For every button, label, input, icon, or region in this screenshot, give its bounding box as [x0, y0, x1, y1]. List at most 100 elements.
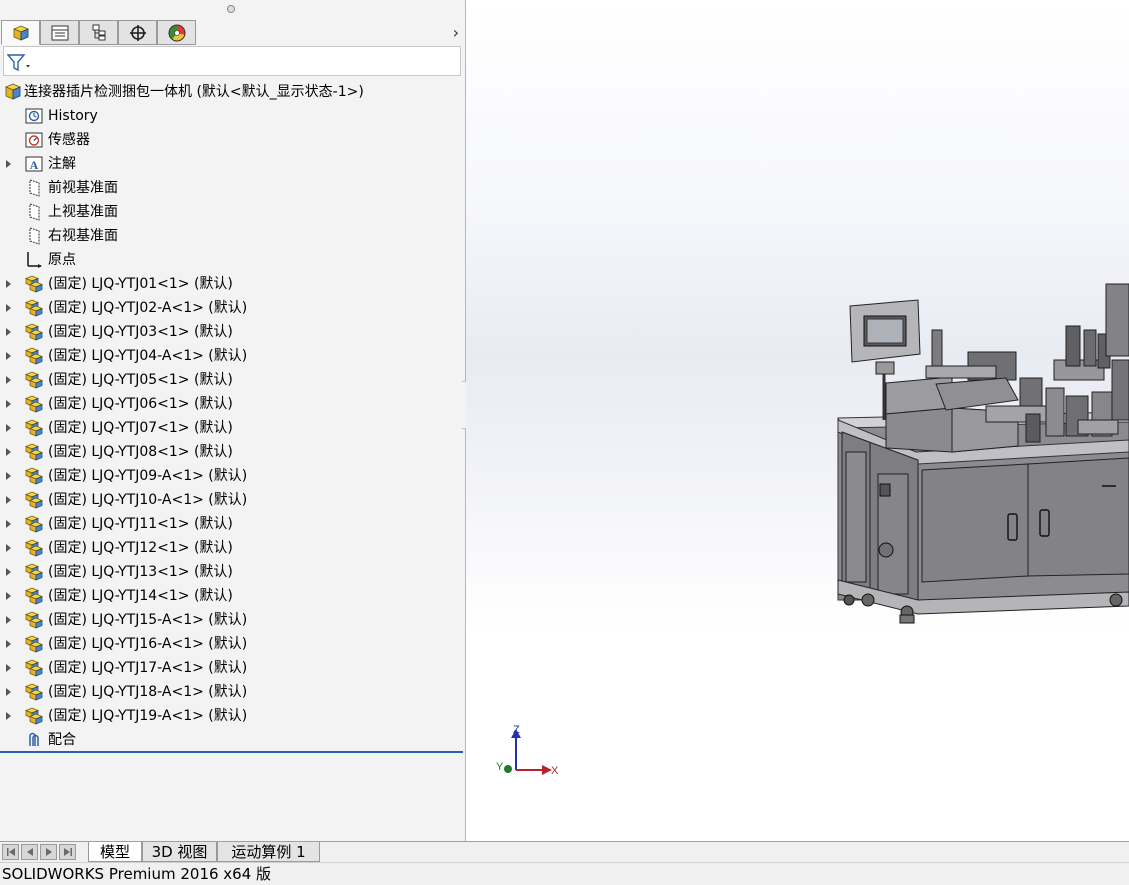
subassembly-icon — [25, 443, 43, 461]
tree-item-component[interactable]: (固定) LJQ-YTJ19-A<1> (默认) — [0, 704, 463, 728]
expand-caret-icon[interactable] — [6, 568, 11, 576]
tree-item-component[interactable]: (固定) LJQ-YTJ16-A<1> (默认) — [0, 632, 463, 656]
expand-caret-icon[interactable] — [6, 544, 11, 552]
component-label: (固定) LJQ-YTJ12<1> (默认) — [48, 540, 233, 556]
expand-caret-icon[interactable] — [6, 592, 11, 600]
tree-filter-bar[interactable] — [3, 46, 461, 76]
tree-item-history[interactable]: History — [0, 104, 463, 128]
tab-model[interactable]: 模型 — [88, 842, 142, 862]
tree-item-component[interactable]: (固定) LJQ-YTJ03<1> (默认) — [0, 320, 463, 344]
part-cube-icon — [12, 25, 29, 41]
last-tab-button[interactable] — [59, 844, 76, 860]
svg-text:A: A — [30, 158, 39, 172]
expand-caret-icon[interactable] — [6, 520, 11, 528]
tab-motion-study[interactable]: 运动算例 1 — [217, 842, 320, 862]
tree-item-component[interactable]: (固定) LJQ-YTJ11<1> (默认) — [0, 512, 463, 536]
tree-item-component[interactable]: (固定) LJQ-YTJ14<1> (默认) — [0, 584, 463, 608]
expand-caret-icon[interactable] — [6, 448, 11, 456]
tree-item-component[interactable]: (固定) LJQ-YTJ12<1> (默认) — [0, 536, 463, 560]
expand-caret-icon[interactable] — [6, 160, 11, 168]
tree-item-component[interactable]: (固定) LJQ-YTJ10-A<1> (默认) — [0, 488, 463, 512]
assembly-icon — [4, 83, 22, 100]
tree-item-component[interactable]: (固定) LJQ-YTJ15-A<1> (默认) — [0, 608, 463, 632]
expand-caret-icon[interactable] — [6, 616, 11, 624]
tree-item-component[interactable]: (固定) LJQ-YTJ05<1> (默认) — [0, 368, 463, 392]
expand-caret-icon[interactable] — [6, 352, 11, 360]
component-label: (固定) LJQ-YTJ11<1> (默认) — [48, 516, 233, 532]
component-label: (固定) LJQ-YTJ07<1> (默认) — [48, 420, 233, 436]
tree-item-component[interactable]: (固定) LJQ-YTJ06<1> (默认) — [0, 392, 463, 416]
tree-item-origin[interactable]: 原点 — [0, 248, 463, 272]
tree-item-label: 配合 — [48, 732, 76, 748]
machine-assembly-model[interactable] — [466, 0, 1129, 841]
tree-item-component[interactable]: (固定) LJQ-YTJ17-A<1> (默认) — [0, 656, 463, 680]
expand-caret-icon[interactable] — [6, 304, 11, 312]
tree-item-front-plane[interactable]: 前视基准面 — [0, 176, 463, 200]
subassembly-icon — [25, 371, 43, 389]
tree-item-component[interactable]: (固定) LJQ-YTJ07<1> (默认) — [0, 416, 463, 440]
tree-item-component[interactable]: (固定) LJQ-YTJ09-A<1> (默认) — [0, 464, 463, 488]
tree-item-component[interactable]: (固定) LJQ-YTJ01<1> (默认) — [0, 272, 463, 296]
component-label: (固定) LJQ-YTJ13<1> (默认) — [48, 564, 233, 580]
mates-icon — [29, 732, 39, 746]
dimxpert-tab[interactable] — [118, 20, 157, 45]
tree-item-sensors[interactable]: 传感器 — [0, 128, 463, 152]
tree-item-annotations[interactable]: A 注解 — [0, 152, 463, 176]
tree-item-component[interactable]: (固定) LJQ-YTJ04-A<1> (默认) — [0, 344, 463, 368]
configurationmanager-tab[interactable] — [79, 20, 118, 45]
component-label: (固定) LJQ-YTJ19-A<1> (默认) — [48, 708, 248, 724]
triad-z-label: Z — [513, 724, 520, 736]
expand-caret-icon[interactable] — [6, 424, 11, 432]
tree-root-assembly[interactable]: 连接器插片检测捆包一体机 (默认<默认_显示状态-1>) — [0, 80, 463, 104]
expand-caret-icon[interactable] — [6, 688, 11, 696]
tree-item-right-plane[interactable]: 右视基准面 — [0, 224, 463, 248]
subassembly-icon — [25, 419, 43, 437]
expand-caret-icon[interactable] — [6, 376, 11, 384]
expand-caret-icon[interactable] — [6, 664, 11, 672]
expand-caret-icon[interactable] — [6, 280, 11, 288]
tree-item-mates[interactable]: 配合 — [0, 728, 463, 752]
panel-grip[interactable] — [0, 0, 465, 18]
tab-3d-view[interactable]: 3D 视图 — [142, 842, 217, 862]
expand-caret-icon[interactable] — [6, 496, 11, 504]
display-manager-tab[interactable] — [157, 20, 196, 45]
previous-tab-button[interactable] — [21, 844, 38, 860]
status-bar: SOLIDWORKS Premium 2016 x64 版 — [0, 862, 1129, 885]
tree-item-label: 上视基准面 — [48, 204, 118, 220]
tree-end-marker — [0, 751, 463, 753]
expand-caret-icon[interactable] — [6, 400, 11, 408]
tree-item-component[interactable]: (固定) LJQ-YTJ08<1> (默认) — [0, 440, 463, 464]
first-tab-button[interactable] — [2, 844, 19, 860]
annotation-icon: A — [25, 156, 43, 172]
feature-manager-panel: › 连接器插片检测捆包一体机 (默认<默认_显示状态-1>) History 传… — [0, 0, 466, 841]
expand-caret-icon[interactable] — [6, 712, 11, 720]
subassembly-icon — [25, 659, 43, 677]
sensor-icon — [25, 132, 43, 148]
component-label: (固定) LJQ-YTJ05<1> (默认) — [48, 372, 233, 388]
expand-caret-icon[interactable] — [6, 640, 11, 648]
propertymanager-tab[interactable] — [40, 20, 79, 45]
subassembly-icon — [25, 563, 43, 581]
subassembly-icon — [25, 515, 43, 533]
component-label: (固定) LJQ-YTJ06<1> (默认) — [48, 396, 233, 412]
filter-icon[interactable] — [7, 53, 31, 73]
graphics-viewport[interactable]: Z X Y — [466, 0, 1129, 841]
tree-item-label: 传感器 — [48, 132, 90, 148]
triad-y-label: Y — [496, 761, 504, 773]
next-tab-button[interactable] — [40, 844, 57, 860]
tree-item-component[interactable]: (固定) LJQ-YTJ18-A<1> (默认) — [0, 680, 463, 704]
tree-item-component[interactable]: (固定) LJQ-YTJ13<1> (默认) — [0, 560, 463, 584]
featuremanager-tab[interactable] — [1, 20, 40, 45]
component-label: (固定) LJQ-YTJ14<1> (默认) — [48, 588, 233, 604]
expand-caret-icon[interactable] — [6, 328, 11, 336]
tree-item-component[interactable]: (固定) LJQ-YTJ02-A<1> (默认) — [0, 296, 463, 320]
panel-tab-bar: › — [0, 19, 465, 46]
component-label: (固定) LJQ-YTJ15-A<1> (默认) — [48, 612, 248, 628]
tree-item-top-plane[interactable]: 上视基准面 — [0, 200, 463, 224]
subassembly-icon — [25, 491, 43, 509]
expand-caret-icon[interactable] — [6, 472, 11, 480]
history-icon — [25, 108, 43, 124]
component-label: (固定) LJQ-YTJ17-A<1> (默认) — [48, 660, 248, 676]
subassembly-icon — [25, 275, 43, 293]
chevron-right-icon[interactable]: › — [453, 23, 459, 42]
